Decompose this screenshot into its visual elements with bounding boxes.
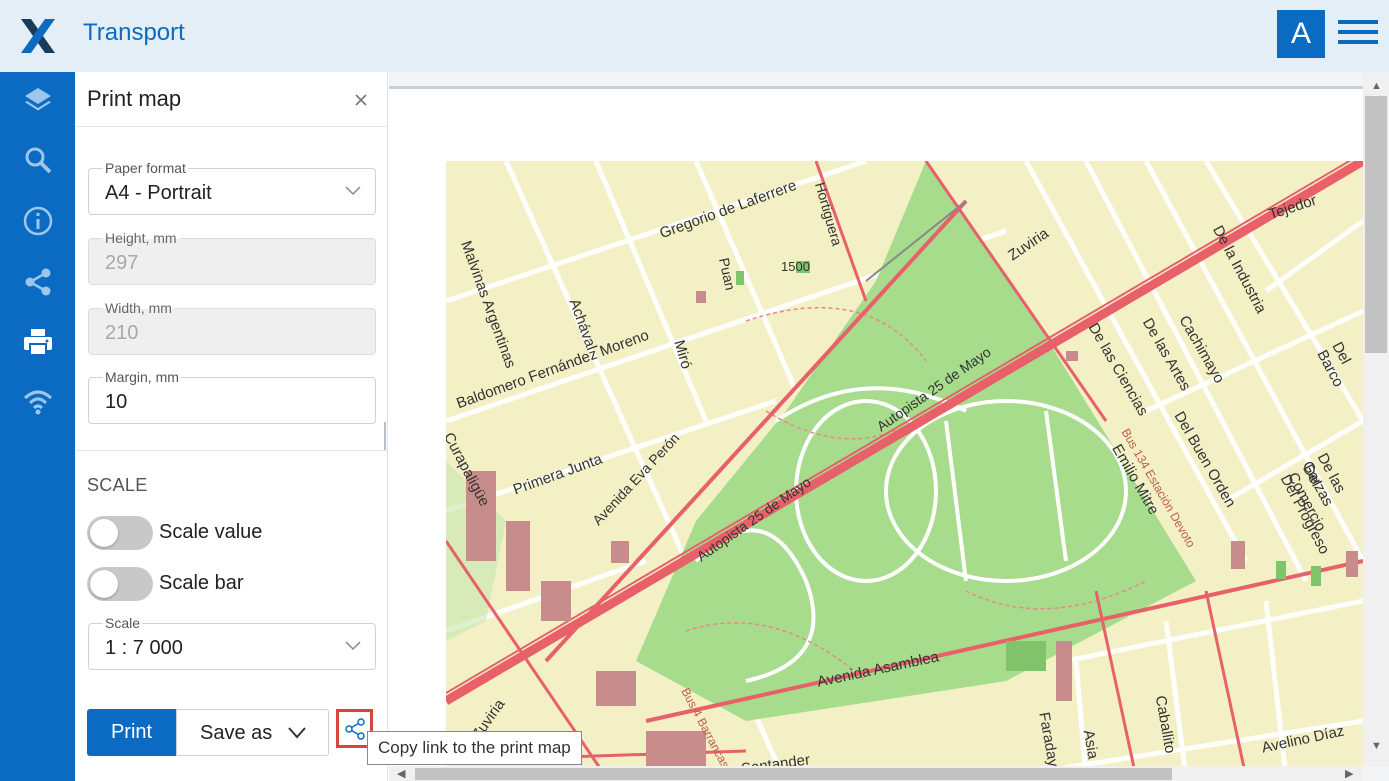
user-avatar-button[interactable]: A bbox=[1277, 10, 1325, 58]
scale-value: 1 : 7 000 bbox=[105, 637, 183, 659]
close-icon[interactable] bbox=[351, 90, 371, 110]
side-nav bbox=[0, 72, 75, 781]
scale-value-label: Scale value bbox=[159, 521, 263, 543]
scale-bar-label: Scale bar bbox=[159, 572, 244, 594]
scale-bar-toggle[interactable] bbox=[87, 567, 153, 601]
scroll-down-icon[interactable]: ▼ bbox=[1371, 740, 1382, 752]
scale-value-toggle-row[interactable]: Scale value bbox=[87, 516, 367, 550]
margin-value: 10 bbox=[105, 391, 128, 413]
section-divider bbox=[75, 450, 388, 451]
nav-print-button[interactable] bbox=[0, 314, 75, 370]
nav-share-button[interactable] bbox=[0, 254, 75, 310]
top-bar: Transport A bbox=[0, 0, 1389, 72]
paper-format-select[interactable]: Paper format A4 - Portrait bbox=[88, 160, 376, 215]
height-label: Height, mm bbox=[103, 230, 179, 246]
printer-icon bbox=[23, 329, 52, 356]
print-page: Gregorio de Laferrere Hortiguera Tejedor… bbox=[389, 86, 1363, 777]
search-icon bbox=[25, 147, 51, 174]
layers-icon bbox=[24, 88, 51, 111]
width-label: Width, mm bbox=[103, 300, 174, 316]
print-preview-area: Gregorio de Laferrere Hortiguera Tejedor… bbox=[389, 72, 1389, 781]
scrollbar-thumb[interactable] bbox=[1365, 96, 1387, 353]
app-logo-icon[interactable] bbox=[18, 16, 58, 56]
nav-layers-button[interactable] bbox=[0, 72, 75, 128]
scale-select[interactable]: Scale 1 : 7 000 bbox=[88, 615, 376, 670]
panel-title: Print map bbox=[87, 86, 182, 111]
paper-format-label: Paper format bbox=[103, 160, 188, 176]
app-title: Transport bbox=[83, 19, 185, 46]
preview-horizontal-scrollbar[interactable]: ◀ ▶ bbox=[389, 766, 1363, 781]
height-field: Height, mm 297 bbox=[88, 230, 376, 285]
scale-bar-toggle-row[interactable]: Scale bar bbox=[87, 567, 367, 601]
nav-search-button[interactable] bbox=[0, 132, 75, 188]
chevron-down-icon bbox=[345, 641, 361, 651]
scroll-left-icon[interactable]: ◀ bbox=[397, 767, 405, 780]
print-button[interactable]: Print bbox=[87, 709, 176, 756]
width-field: Width, mm 210 bbox=[88, 300, 376, 355]
chevron-down-icon bbox=[288, 727, 306, 739]
share-icon bbox=[344, 717, 365, 740]
height-value: 297 bbox=[105, 252, 139, 274]
share-icon bbox=[25, 268, 50, 296]
copy-link-tooltip: Copy link to the print map bbox=[367, 731, 582, 765]
nav-connectivity-button[interactable] bbox=[0, 374, 75, 430]
margin-field[interactable]: Margin, mm 10 bbox=[88, 369, 376, 424]
panel-scrollbar[interactable] bbox=[384, 422, 386, 450]
save-as-label: Save as bbox=[200, 722, 273, 744]
paper-format-value: A4 - Portrait bbox=[105, 182, 212, 204]
scrollbar-thumb[interactable] bbox=[415, 768, 1172, 780]
scale-label: Scale bbox=[103, 615, 143, 631]
street-label: 1500 bbox=[781, 259, 810, 274]
scale-section-heading: SCALE bbox=[87, 475, 148, 495]
wifi-icon bbox=[23, 390, 52, 415]
panel-header: Print map bbox=[75, 72, 388, 127]
scroll-up-icon[interactable]: ▲ bbox=[1371, 80, 1382, 92]
scroll-right-icon[interactable]: ▶ bbox=[1345, 767, 1353, 780]
map-preview[interactable]: Gregorio de Laferrere Hortiguera Tejedor… bbox=[446, 161, 1363, 777]
info-icon bbox=[23, 206, 52, 236]
preview-vertical-scrollbar[interactable]: ▲ ▼ bbox=[1363, 72, 1389, 766]
save-as-dropdown-button[interactable]: Save as bbox=[176, 709, 329, 756]
margin-label: Margin, mm bbox=[103, 369, 181, 385]
scale-value-toggle[interactable] bbox=[87, 516, 153, 550]
hamburger-menu-icon[interactable] bbox=[1338, 20, 1378, 48]
chevron-down-icon bbox=[345, 186, 361, 196]
nav-info-button[interactable] bbox=[0, 193, 75, 249]
print-panel: Print map Paper format A4 - Portrait Hei… bbox=[75, 72, 388, 781]
width-value: 210 bbox=[105, 322, 139, 344]
